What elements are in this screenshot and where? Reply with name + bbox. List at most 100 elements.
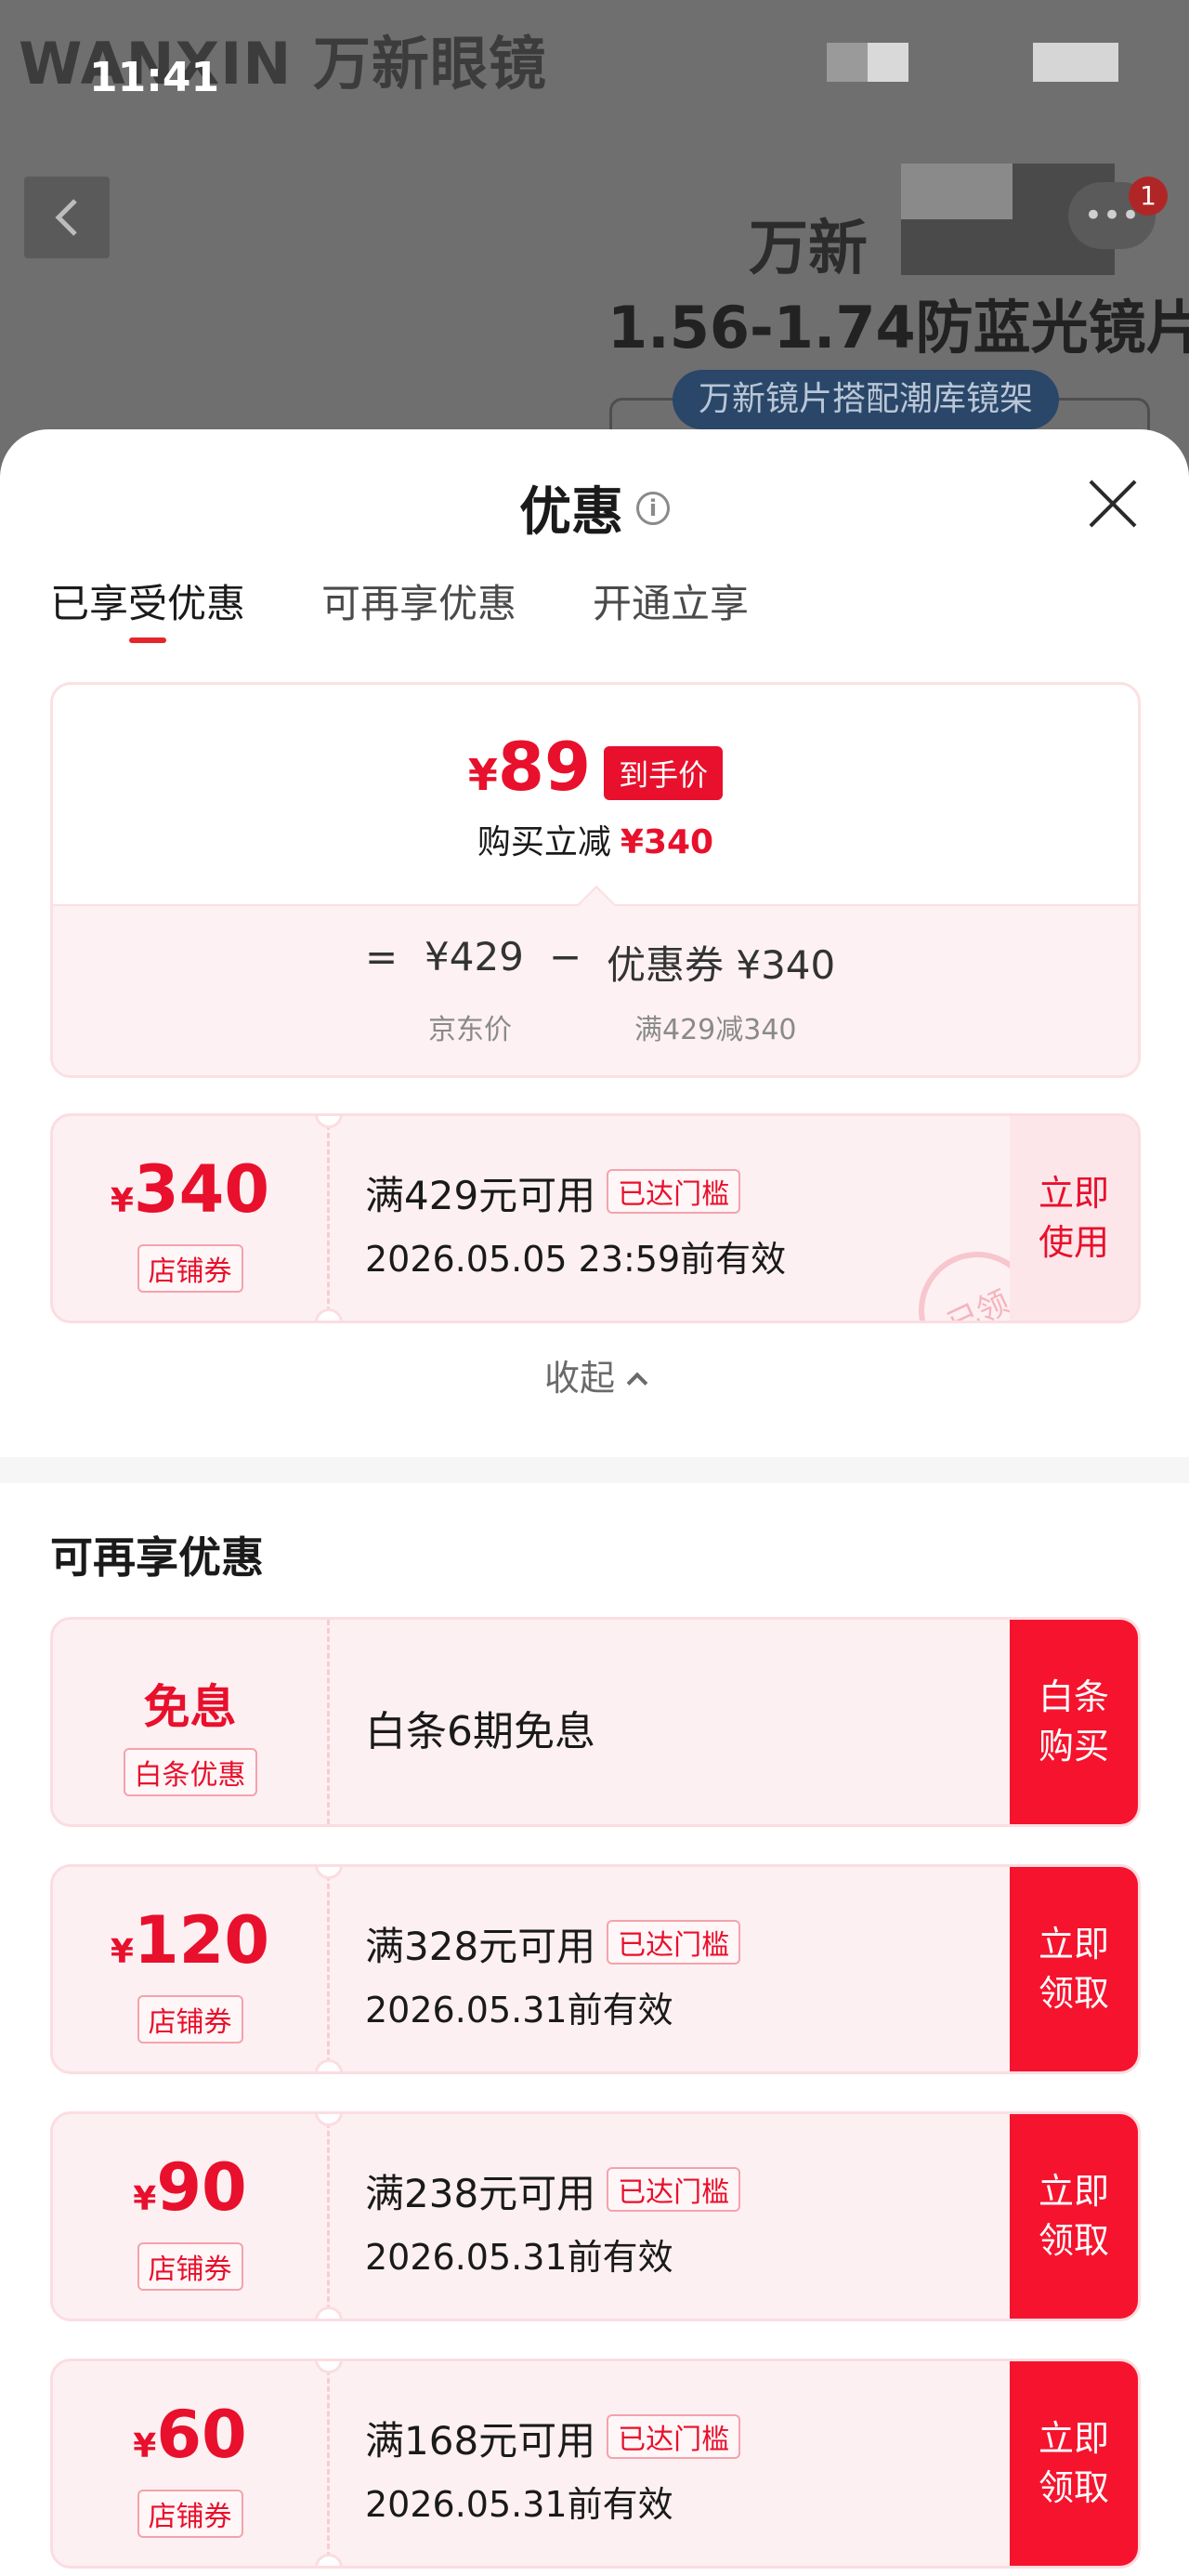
claim-coupon-button[interactable]: 立即 领取	[1010, 2361, 1138, 2566]
coupon-type-badge: 店铺券	[137, 1995, 243, 2044]
final-price-currency: ¥	[467, 750, 498, 800]
claim-coupon-button[interactable]: 立即 领取	[1010, 2114, 1138, 2319]
store-coupon-card: ¥120 店铺券 满328元可用 已达门槛 2026.05.31前有效 立即 领取	[50, 1864, 1141, 2074]
store-coupon-card: ¥60 店铺券 满168元可用 已达门槛 2026.05.31前有效 立即 领取	[50, 2359, 1141, 2569]
save-amount: ¥340	[620, 823, 714, 861]
offer-description: 白条6期免息	[365, 1708, 595, 1755]
coupon-value-area: ¥120 店铺券	[53, 1867, 330, 2071]
battery-icon	[1033, 43, 1118, 82]
coupon-details: 满238元可用 已达门槛 2026.05.31前有效	[365, 2162, 980, 2280]
equals-sign: =	[365, 934, 399, 979]
coupon-amount: ¥60	[53, 2402, 327, 2467]
close-icon[interactable]	[1085, 476, 1141, 532]
discount-sheet: 优惠 i 已享受优惠 可再享优惠 开通立享 ¥89 到手价 购买立减 ¥340 = ¥…	[0, 429, 1189, 2576]
button-line: 立即	[1038, 2170, 1109, 2212]
button-line: 白条	[1038, 1676, 1109, 1717]
product-title: 1.56-1.74防蓝光镜片	[608, 294, 1189, 361]
button-line: 领取	[1038, 1973, 1109, 2014]
coupon-condition: 满168元可用 已达门槛	[365, 2410, 980, 2466]
coupon-value: 90	[156, 2149, 247, 2226]
collapse-button[interactable]: 收起	[0, 1349, 1189, 1400]
claim-coupon-button[interactable]: 立即 领取	[1010, 1867, 1138, 2071]
coupon-value-area: ¥90 店铺券	[53, 2114, 330, 2319]
coupon-condition-text: 满328元可用	[365, 1924, 596, 1969]
button-line: 领取	[1038, 2467, 1109, 2508]
threshold-met-badge: 已达门槛	[607, 1169, 741, 1214]
coupon-details: 满328元可用 已达门槛 2026.05.31前有效	[365, 1915, 980, 2032]
coupon-details: 满429元可用 已达门槛 2026.05.05 23:59前有效	[365, 1164, 980, 1281]
sheet-title-text: 优惠	[519, 482, 623, 543]
offer-title: 免息	[143, 1680, 237, 1734]
more-offers-title: 可再享优惠	[50, 1532, 264, 1583]
threshold-met-badge: 已达门槛	[607, 1920, 741, 1965]
baitiao-buy-button[interactable]: 白条 购买	[1010, 1620, 1138, 1824]
applied-coupon-card: ¥340 店铺券 满429元可用 已达门槛 2026.05.05 23:59前有效…	[50, 1113, 1141, 1323]
collapse-label: 收起	[543, 1358, 615, 1399]
button-line: 立即	[1038, 1172, 1109, 1214]
coupon-amount: ¥120	[53, 1908, 327, 1973]
coupon-condition-text: 满238元可用	[365, 2171, 596, 2216]
coupon-type-badge: 店铺券	[137, 2490, 243, 2538]
coupon-details: 满168元可用 已达门槛 2026.05.31前有效	[365, 2410, 980, 2527]
coupon-value-area: 免息 白条优惠	[53, 1620, 330, 1824]
coupon-value: 120	[133, 1902, 270, 1978]
price-breakdown: = ¥429 − 优惠券 ¥340 京东价 满429减340	[53, 904, 1138, 1075]
coupon-type-badge: 店铺券	[137, 1244, 243, 1293]
section-divider	[0, 1457, 1189, 1483]
interest-free-card: 免息 白条优惠 白条6期免息 白条 购买	[50, 1617, 1141, 1827]
button-line: 购买	[1038, 1726, 1109, 1767]
coupon-deduction: 优惠券 ¥340	[607, 942, 836, 988]
base-price-label: 京东价	[428, 1014, 512, 1046]
coupon-type-badge: 白条优惠	[123, 1748, 257, 1796]
base-price: ¥429	[425, 934, 524, 979]
notification-badge: 1	[1129, 177, 1168, 216]
product-tag: 万新镜片搭配潮库镜架	[673, 370, 1060, 429]
button-line: 立即	[1038, 2417, 1109, 2459]
chevron-left-icon	[55, 199, 77, 236]
coupon-type-badge: 店铺券	[137, 2242, 243, 2291]
coupon-amount: ¥340	[53, 1157, 327, 1222]
final-price-value: 89	[497, 728, 592, 806]
use-now-button[interactable]: 立即 使用	[1010, 1116, 1138, 1321]
product-brand-text: 万新	[749, 215, 868, 283]
coupon-value-area: ¥340 店铺券	[53, 1116, 330, 1321]
button-line: 立即	[1038, 1923, 1109, 1965]
coupon-condition: 满429元可用 已达门槛	[365, 1164, 980, 1221]
sheet-title: 优惠 i	[0, 470, 1189, 545]
coupon-validity: 2026.05.31前有效	[365, 2484, 673, 2525]
save-line: 购买立减 ¥340	[53, 815, 1138, 863]
coupon-amount: ¥90	[53, 2155, 327, 2220]
price-summary-card: ¥89 到手价 购买立减 ¥340 = ¥429 − 优惠券 ¥340 京东价 满4…	[50, 682, 1141, 1078]
coupon-validity: 2026.05.05 23:59前有效	[365, 1239, 787, 1280]
button-line: 使用	[1038, 1222, 1109, 1263]
threshold-met-badge: 已达门槛	[607, 2167, 741, 2212]
back-button[interactable]	[24, 177, 110, 258]
coupon-deduction-label: 满429减340	[634, 1014, 797, 1046]
coupon-currency: ¥	[110, 1182, 134, 1220]
coupon-validity: 2026.05.31前有效	[365, 1990, 673, 2031]
threshold-met-badge: 已达门槛	[607, 2414, 741, 2459]
chevron-up-icon	[626, 1372, 648, 1394]
price-summary-top: ¥89 到手价 购买立减 ¥340	[53, 685, 1138, 904]
background-page: WANXIN 万新眼镜 11:41 万新 ••• 1 1.56-1.74防蓝光镜…	[0, 0, 1189, 483]
coupon-currency: ¥	[133, 2427, 157, 2465]
coupon-condition-text: 满429元可用	[365, 1173, 596, 1218]
info-icon[interactable]: i	[636, 491, 670, 525]
tab-bar: 已享受优惠 可再享优惠 开通立享	[50, 578, 825, 643]
final-price-tag: 到手价	[604, 746, 724, 800]
coupon-currency: ¥	[133, 2180, 157, 2218]
coupon-condition: 满328元可用 已达门槛	[365, 1915, 980, 1972]
tab-activate[interactable]: 开通立享	[593, 578, 749, 643]
coupon-validity: 2026.05.31前有效	[365, 2237, 673, 2278]
store-coupon-card: ¥90 店铺券 满238元可用 已达门槛 2026.05.31前有效 立即 领取	[50, 2111, 1141, 2321]
tab-more-offers[interactable]: 可再享优惠	[321, 578, 516, 643]
coupon-value-area: ¥60 店铺券	[53, 2361, 330, 2566]
coupon-value: 340	[133, 1151, 270, 1228]
final-price: ¥89 到手价	[53, 733, 1138, 800]
tab-enjoyed[interactable]: 已享受优惠	[50, 578, 245, 643]
minus-sign: −	[549, 934, 582, 979]
coupon-condition-text: 满168元可用	[365, 2418, 596, 2464]
sheet-header: 优惠 i	[0, 429, 1189, 578]
coupon-currency: ¥	[110, 1933, 134, 1971]
coupon-value: 60	[156, 2397, 247, 2473]
